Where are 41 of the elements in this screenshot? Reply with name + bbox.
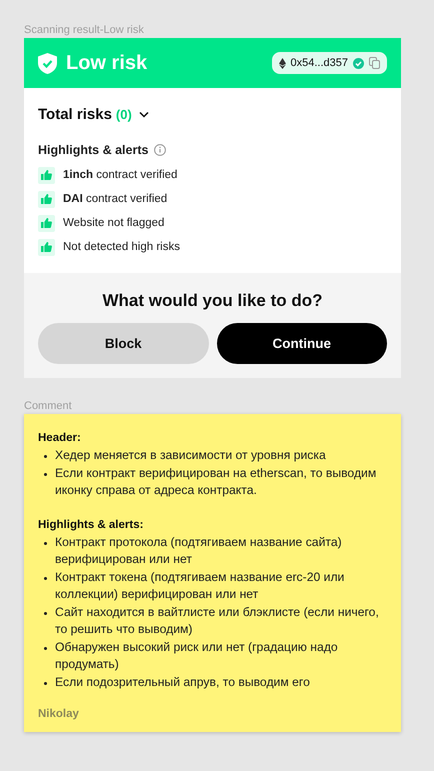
- thumbs-up-icon: [38, 214, 55, 232]
- note-text: Контракт токена (подтягиваем название erc-20 или коллекции) верифицирован или нет: [55, 568, 346, 603]
- note-heading: Highlights & alerts:: [38, 518, 144, 532]
- note-text: Хедер меняется в зависимости от уровня риска: [55, 447, 326, 464]
- thumbs-up-icon: [38, 190, 55, 208]
- alert-text: 1inch contract verified: [63, 169, 178, 181]
- contract-address: 0x54...d357: [290, 57, 348, 69]
- note-text: Обнаружен высокий риск или нет (градацию надо продумать): [55, 638, 339, 673]
- total-risks-label: Total risks: [38, 106, 112, 123]
- thumbs-up-icon: [38, 238, 55, 256]
- bullet-icon: [44, 646, 47, 650]
- continue-button[interactable]: Continue: [216, 323, 387, 364]
- note-text: Контракт протокола (подтягиваем название сайта) верифицирован или нет: [55, 534, 343, 568]
- bullet-icon: [44, 542, 47, 544]
- note-text: Если контракт верифицирован на etherscan, то выводим иконку справа от адреса контракта.: [55, 464, 378, 499]
- highlights-title: Highlights & alerts: [38, 143, 148, 157]
- chevron-icon[interactable]: [138, 111, 149, 118]
- alert-text: Website not flagged: [63, 217, 164, 229]
- comment-author: Nikolay: [38, 708, 80, 720]
- risk-count: (0): [116, 107, 132, 122]
- bullet-icon: [44, 576, 47, 580]
- info-icon[interactable]: [154, 144, 166, 156]
- bullet-icon: [44, 612, 47, 614]
- bullet-icon: [44, 682, 47, 684]
- thumbs-up-icon: [38, 166, 55, 184]
- bullet-icon: [44, 472, 47, 476]
- comment-label: Comment: [24, 399, 73, 414]
- block-button[interactable]: Block: [38, 323, 208, 364]
- copy-icon[interactable]: [369, 57, 380, 69]
- ethereum-icon: [278, 58, 286, 68]
- risk-title: Low risk: [66, 52, 148, 74]
- note-text: Если подозрительный апрув, то выводим его: [55, 674, 310, 690]
- frame-label: Scanning result-Low risk: [24, 23, 145, 38]
- address-chip[interactable]: 0x54...d357: [272, 52, 387, 74]
- note-heading: Header:: [38, 431, 82, 446]
- bullet-icon: [44, 455, 47, 458]
- alert-text: DAI contract verified: [63, 193, 168, 205]
- action-question: What would you like to do?: [102, 291, 323, 311]
- shield-check-icon: [38, 52, 57, 74]
- note-text: Сайт находится в вайтлисте или блэклисте (если ничего, то решить что выводим): [55, 604, 380, 638]
- alert-text: Not detected high risks: [63, 241, 180, 253]
